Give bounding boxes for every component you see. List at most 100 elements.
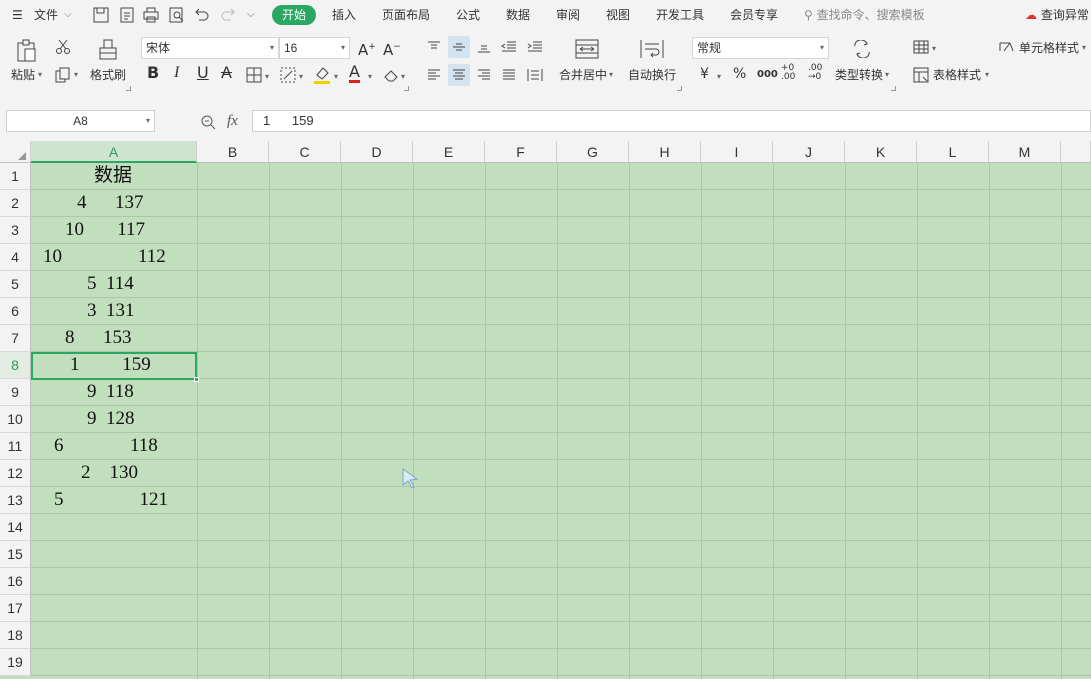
fill-handle[interactable]: [194, 377, 199, 382]
row-header-12[interactable]: 12: [0, 460, 31, 487]
tab-view[interactable]: 视图: [606, 7, 630, 23]
redo-icon[interactable]: [219, 6, 237, 24]
cell-a9[interactable]: 9 118: [32, 379, 196, 405]
cell-a12[interactable]: 2 130: [32, 460, 196, 486]
copy-icon[interactable]: [53, 66, 73, 84]
cell-style-dropdown-icon[interactable]: ▾: [1082, 41, 1086, 55]
fill-color-dropdown-icon[interactable]: ▾: [334, 70, 338, 84]
column-header-j[interactable]: J: [773, 141, 845, 163]
paste-icon[interactable]: [15, 38, 39, 64]
column-header-b[interactable]: B: [197, 141, 269, 163]
clear-dropdown-icon[interactable]: ▾: [401, 70, 405, 84]
zoom-search-icon[interactable]: [199, 113, 217, 131]
cut-icon[interactable]: [54, 38, 72, 56]
export-pdf-icon[interactable]: [118, 6, 136, 24]
wrap-text-icon[interactable]: [639, 38, 665, 60]
table-style-dropdown-icon[interactable]: ▾: [985, 68, 989, 82]
merge-center-icon[interactable]: [574, 38, 600, 60]
tab-data[interactable]: 数据: [506, 7, 530, 23]
cell-style-icon[interactable]: [998, 39, 1016, 55]
align-right-icon[interactable]: [475, 66, 493, 84]
font-color-dropdown-icon[interactable]: ▾: [368, 70, 372, 84]
number-dialog-launcher[interactable]: [891, 86, 896, 91]
fill-color-icon[interactable]: [313, 65, 331, 85]
column-header-c[interactable]: C: [269, 141, 341, 163]
clipboard-dialog-launcher[interactable]: [126, 86, 131, 91]
row-header-15[interactable]: 15: [0, 541, 31, 568]
conditional-format-icon[interactable]: [912, 39, 930, 55]
cell-a11[interactable]: 6 118: [32, 433, 196, 459]
name-box[interactable]: A8 ▾: [6, 110, 155, 132]
cell-a5[interactable]: 5 114: [32, 271, 196, 297]
formula-input[interactable]: 1 159: [252, 110, 1091, 132]
tab-start[interactable]: 开始: [272, 5, 316, 25]
row-header-17[interactable]: 17: [0, 595, 31, 622]
paste-dropdown-icon[interactable]: ▾: [38, 68, 42, 82]
align-top-icon[interactable]: [425, 38, 443, 56]
underline-button[interactable]: U: [197, 65, 209, 81]
column-header-d[interactable]: D: [341, 141, 413, 163]
chevron-down-icon[interactable]: ⌵: [64, 7, 72, 23]
currency-dropdown-icon[interactable]: ▾: [717, 70, 721, 84]
row-header-4[interactable]: 4: [0, 244, 31, 271]
hamburger-icon[interactable]: ☰: [12, 7, 23, 23]
cell-a3[interactable]: 10 117: [32, 217, 196, 243]
tab-formulas[interactable]: 公式: [456, 7, 480, 23]
cell-a2[interactable]: 4 137: [32, 190, 196, 216]
justify-icon[interactable]: [500, 66, 518, 84]
percent-button[interactable]: %: [733, 67, 746, 81]
bold-button[interactable]: B: [147, 65, 159, 81]
row-header-2[interactable]: 2: [0, 190, 31, 217]
align-left-icon[interactable]: [425, 66, 443, 84]
row-header-1[interactable]: 1: [0, 163, 31, 190]
column-header-h[interactable]: H: [629, 141, 701, 163]
select-all-corner[interactable]: [0, 141, 31, 163]
alignment-dialog-launcher[interactable]: [677, 86, 682, 91]
insert-function-button[interactable]: fx: [227, 114, 238, 129]
thousands-separator-button[interactable]: 000: [757, 68, 778, 82]
customize-toolbar-icon[interactable]: ⌵: [247, 7, 255, 23]
cell-style-button[interactable]: 单元格样式: [1019, 41, 1079, 55]
cell-a13[interactable]: 5 121: [32, 487, 196, 513]
eraser-icon[interactable]: [382, 66, 400, 84]
increase-font-icon[interactable]: A+: [358, 40, 376, 58]
align-bottom-icon[interactable]: [475, 38, 493, 56]
row-header-10[interactable]: 10: [0, 406, 31, 433]
column-header-g[interactable]: G: [557, 141, 629, 163]
merge-dropdown-icon[interactable]: ▾: [609, 68, 613, 82]
tab-page-layout[interactable]: 页面布局: [382, 7, 430, 23]
strikethrough-button[interactable]: A: [221, 65, 232, 81]
paste-button[interactable]: 粘贴: [11, 68, 35, 82]
cell-a4[interactable]: 10 112: [32, 244, 196, 270]
tab-member[interactable]: 会员专享: [730, 7, 778, 23]
column-header-i[interactable]: I: [701, 141, 773, 163]
cell-a1[interactable]: 数据: [32, 163, 196, 189]
column-header-e[interactable]: E: [413, 141, 485, 163]
row-header-14[interactable]: 14: [0, 514, 31, 541]
command-search[interactable]: ⚲ 查找命令、搜索模板: [804, 6, 925, 24]
undo-icon[interactable]: [193, 6, 211, 24]
decrease-font-icon[interactable]: A−: [383, 40, 401, 58]
column-header-l[interactable]: L: [917, 141, 989, 163]
copy-dropdown-icon[interactable]: ▾: [74, 68, 78, 82]
fill-pattern-dropdown-icon[interactable]: ▾: [299, 70, 303, 84]
merge-center-button[interactable]: 合并居中: [559, 68, 607, 82]
type-convert-dropdown-icon[interactable]: ▾: [885, 68, 889, 82]
cell-fill-pattern-icon[interactable]: [279, 66, 297, 84]
save-icon[interactable]: [92, 6, 110, 24]
spreadsheet-grid[interactable]: ABCDEFGHIJKLM 1 2 3 4 5 6 7 8 9 10 11 12 13 14 15 16 17 1…: [0, 141, 1091, 679]
row-header-8[interactable]: 8: [0, 352, 31, 379]
column-header-a[interactable]: A: [31, 141, 197, 163]
print-preview-icon[interactable]: [168, 6, 186, 24]
row-header-18[interactable]: 18: [0, 622, 31, 649]
column-header-m[interactable]: M: [989, 141, 1061, 163]
decrease-decimal-button[interactable]: .00 →0: [808, 64, 828, 82]
column-header-k[interactable]: K: [845, 141, 917, 163]
align-center-icon[interactable]: [448, 64, 470, 86]
format-painter-button[interactable]: 格式刷: [90, 68, 126, 82]
row-header-9[interactable]: 9: [0, 379, 31, 406]
cell-a6[interactable]: 3 131: [32, 298, 196, 324]
borders-dropdown-icon[interactable]: ▾: [265, 70, 269, 84]
decrease-indent-icon[interactable]: [500, 38, 518, 56]
increase-indent-icon[interactable]: [526, 38, 544, 56]
